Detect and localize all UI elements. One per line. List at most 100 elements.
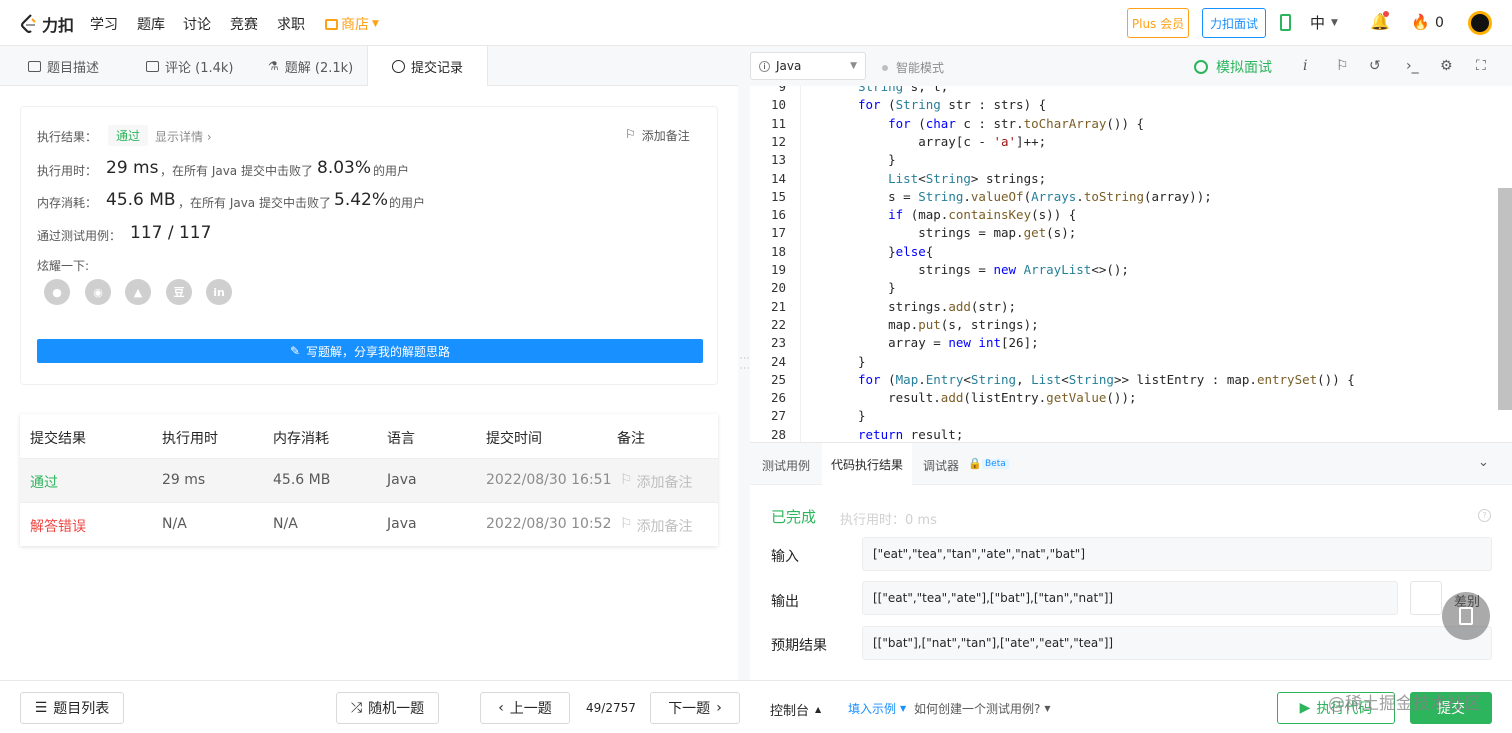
add-note-button[interactable]: ⚐ 添加备注 xyxy=(625,127,690,144)
write-solution-label: 写题解，分享我的解题思路 xyxy=(306,344,451,359)
show-details-link[interactable]: 显示详情 › xyxy=(155,128,212,145)
fullscreen-icon[interactable]: ⛶ xyxy=(1476,58,1486,74)
flag-icon[interactable]: ⚐ xyxy=(1336,58,1349,74)
interview-button[interactable]: 力扣面试 xyxy=(1202,8,1266,38)
code-line[interactable]: } xyxy=(858,354,866,369)
line-number: 28 xyxy=(770,426,786,442)
code-line[interactable]: map.put(s, strings); xyxy=(858,317,1039,332)
settings-icon[interactable]: ⚙ xyxy=(1440,58,1453,74)
nav-link-jobs[interactable]: 求职 xyxy=(277,14,305,34)
code-line[interactable]: for (char c : str.toCharArray()) { xyxy=(858,116,1144,131)
how-to-label: 如何创建一个测试用例? xyxy=(914,702,1041,716)
code-line[interactable]: strings.add(str); xyxy=(858,299,1016,314)
next-problem-button[interactable]: 下一题 › xyxy=(650,692,740,724)
fill-example-button[interactable]: 填入示例 ▼ xyxy=(848,700,906,717)
editor-scrollbar[interactable] xyxy=(1498,188,1512,410)
tab-solutions[interactable]: ⚗ 题解 (2.1k) xyxy=(268,46,353,86)
prev-problem-button[interactable]: ‹ 上一题 xyxy=(480,692,570,724)
chevron-down-icon: ▼ xyxy=(1331,17,1338,28)
nav-link-contest[interactable]: 竞赛 xyxy=(230,14,258,34)
code-line[interactable]: return result; xyxy=(858,427,963,442)
mock-interview-button[interactable]: 模拟面试 xyxy=(1194,57,1272,77)
diff-toggle[interactable] xyxy=(1410,581,1442,615)
tab-testcase[interactable]: 测试用例 xyxy=(762,457,810,474)
code-line[interactable]: } xyxy=(858,152,896,167)
plus-membership-button[interactable]: Plus 会员 xyxy=(1127,8,1189,38)
line-number: 21 xyxy=(770,298,786,314)
table-row[interactable]: 解答错误 N/A N/A Java 2022/08/30 10:52 ⚐ 添加备注 xyxy=(20,502,718,546)
reset-icon[interactable]: ↺ xyxy=(1369,58,1381,74)
terminal-icon[interactable]: ›_ xyxy=(1406,58,1419,74)
console-toggle[interactable]: 控制台 ▲ xyxy=(770,700,821,719)
avatar[interactable] xyxy=(1468,11,1492,35)
code-line[interactable]: String s, t; xyxy=(858,86,948,94)
phone-icon[interactable] xyxy=(1280,14,1291,31)
line-number: 12 xyxy=(770,133,786,149)
row-result[interactable]: 通过 xyxy=(30,472,58,492)
row-result[interactable]: 解答错误 xyxy=(30,516,86,536)
chevron-right-icon: › xyxy=(716,700,722,716)
code-line[interactable]: List<String> strings; xyxy=(858,171,1046,186)
alarm-clock-icon xyxy=(1194,60,1208,74)
show-details-label: 显示详情 xyxy=(155,130,204,144)
code-line[interactable]: strings = new ArrayList<>(); xyxy=(858,262,1129,277)
nav-link-store[interactable]: 商店 ▼ xyxy=(325,14,379,34)
code-line[interactable]: array[c - 'a']++; xyxy=(858,134,1046,149)
help-icon[interactable]: ? xyxy=(1478,509,1491,522)
code-line[interactable]: } xyxy=(858,408,866,423)
output-label: 输出 xyxy=(771,594,799,610)
nav-link-problems[interactable]: 题库 xyxy=(137,14,165,34)
tab-comments[interactable]: 评论 (1.4k) xyxy=(146,46,233,86)
row-add-note-button[interactable]: ⚐ 添加备注 xyxy=(620,472,693,492)
row-language: Java xyxy=(387,472,417,488)
code-line[interactable]: }else{ xyxy=(858,244,933,259)
code-line[interactable]: array = new int[26]; xyxy=(858,335,1039,350)
language-switch[interactable]: 中 ▼ xyxy=(1310,12,1338,33)
status-badge: 通过 xyxy=(108,125,149,146)
problem-list-button[interactable]: ☰ 题目列表 xyxy=(20,692,124,724)
logo[interactable]: 力扣 xyxy=(20,12,74,36)
line-number: 18 xyxy=(770,243,786,259)
random-problem-button[interactable]: ⤮ 随机一题 xyxy=(336,692,439,724)
line-number: 15 xyxy=(770,188,786,204)
time-tail: 的用户 xyxy=(373,164,410,178)
code-line[interactable]: for (String str : strs) { xyxy=(858,97,1046,112)
tab-submissions[interactable]: 提交记录 xyxy=(367,46,488,87)
info-icon: i xyxy=(759,60,770,72)
console-label: 控制台 xyxy=(770,704,810,719)
nav-link-learn[interactable]: 学习 xyxy=(90,14,118,34)
table-row[interactable]: 通过 29 ms 45.6 MB Java 2022/08/30 16:51 ⚐… xyxy=(20,458,718,502)
wechat-icon[interactable]: ● xyxy=(44,279,70,305)
code-line[interactable]: for (Map.Entry<String, List<String>> lis… xyxy=(858,372,1355,387)
code-line[interactable]: result.add(listEntry.getValue()); xyxy=(858,390,1136,405)
flask-icon: ⚗ xyxy=(268,59,279,73)
code-line[interactable]: s = String.valueOf(Arrays.toString(array… xyxy=(858,189,1212,204)
collapse-chevron-icon[interactable]: ⌄ xyxy=(1478,455,1489,470)
fire-icon[interactable]: 🔥 xyxy=(1411,13,1430,31)
tab-debugger[interactable]: 调试器 xyxy=(923,457,959,474)
code-line[interactable]: } xyxy=(858,280,896,295)
panel-splitter[interactable]: ⋮⋮ xyxy=(738,46,750,680)
code-line[interactable]: if (map.containsKey(s)) { xyxy=(858,207,1076,222)
code-line[interactable]: strings = map.get(s); xyxy=(858,225,1076,240)
expected-value: [["bat"],["nat","tan"],["ate","eat","tea… xyxy=(862,626,1492,660)
smart-mode-toggle[interactable]: 智能模式 xyxy=(882,59,944,76)
write-solution-button[interactable]: ✎ 写题解，分享我的解题思路 xyxy=(37,339,703,363)
smart-mode-label: 智能模式 xyxy=(896,61,945,75)
row-add-note-button[interactable]: ⚐ 添加备注 xyxy=(620,516,693,536)
notification-dot xyxy=(1383,11,1389,17)
tab-description[interactable]: 题目描述 xyxy=(28,46,99,86)
language-select[interactable]: i Java ▼ xyxy=(750,52,866,80)
code-editor[interactable]: 9 String s, t; 10 for (String str : strs) {… xyxy=(750,86,1512,442)
douban-icon[interactable]: 豆 xyxy=(166,279,192,305)
nav-link-discuss[interactable]: 讨论 xyxy=(183,14,211,34)
memory-tail: 的用户 xyxy=(389,196,426,210)
qq-icon[interactable]: ▲ xyxy=(125,279,151,305)
weibo-icon[interactable]: ◉ xyxy=(85,279,111,305)
linkedin-icon[interactable]: in xyxy=(206,279,232,305)
watermark: @稀土掘金技术社区 xyxy=(1328,694,1481,714)
floating-note-button[interactable] xyxy=(1442,592,1490,640)
tab-run-result[interactable]: 代码执行结果 xyxy=(822,443,912,486)
info-italic-icon[interactable]: i xyxy=(1303,58,1307,74)
how-to-testcase-link[interactable]: 如何创建一个测试用例? ▼ xyxy=(914,700,1051,717)
